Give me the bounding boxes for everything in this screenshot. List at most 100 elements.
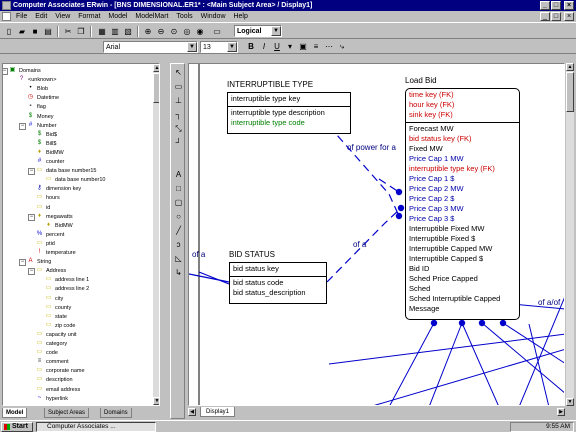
menu-edit[interactable]: Edit bbox=[35, 13, 47, 20]
scroll-thumb[interactable] bbox=[153, 73, 159, 103]
minimize-button[interactable]: _ bbox=[540, 1, 550, 10]
menu-modelmart[interactable]: ModelMart bbox=[135, 13, 168, 20]
tab-display1[interactable]: Display1 bbox=[200, 407, 236, 417]
zoom-fit-icon[interactable]: ⊙ bbox=[168, 26, 180, 37]
tree-item[interactable]: ▭ email address bbox=[36, 386, 81, 395]
tree-item[interactable]: ▣ Domains bbox=[9, 67, 41, 76]
tree-item[interactable]: ▭ description bbox=[36, 376, 73, 385]
attribute[interactable]: bid status key (FK) bbox=[409, 134, 472, 144]
tree-item[interactable]: ▭ category bbox=[36, 340, 67, 349]
attribute[interactable]: Price Cap 1 MW bbox=[409, 154, 464, 164]
attribute[interactable]: Interruptible Fixed MW bbox=[409, 224, 484, 234]
bid-status-inbound-line[interactable] bbox=[189, 273, 230, 283]
scroll-up-icon[interactable]: ▲ bbox=[566, 63, 574, 71]
key-attribute[interactable]: bid status key bbox=[233, 264, 279, 274]
scroll-left-icon[interactable]: ◀ bbox=[188, 408, 196, 416]
diagram-canvas[interactable]: INTERRUPTIBLE TYPE interruptible type ke… bbox=[188, 63, 565, 406]
font-size-select[interactable]: 13 ▼ bbox=[200, 41, 238, 53]
load-bid-relation-line[interactable] bbox=[461, 322, 499, 406]
tree-item[interactable]: ♦ BidMW bbox=[45, 222, 73, 231]
tree-item[interactable]: ▭ Address bbox=[36, 267, 67, 276]
tree-item[interactable]: ▭ state bbox=[45, 313, 67, 322]
tree-item[interactable]: % percent bbox=[36, 231, 65, 240]
tree-expander[interactable]: − bbox=[19, 122, 26, 130]
category-tool-icon[interactable]: ⊥ bbox=[173, 95, 184, 106]
entity-title-bid-status[interactable]: BID STATUS bbox=[229, 250, 275, 259]
attribute[interactable]: Interruptible Capped $ bbox=[409, 254, 483, 264]
tree-item[interactable]: ◷ Datetime bbox=[27, 94, 59, 103]
tree-item[interactable]: ⚷ dimension key bbox=[36, 185, 81, 194]
tree-item[interactable]: ♦ BidMW bbox=[36, 149, 64, 158]
display-icon[interactable]: ▭ bbox=[211, 26, 223, 37]
attribute[interactable]: Forecast MW bbox=[409, 124, 454, 134]
doc-restore-button[interactable]: □ bbox=[551, 12, 561, 21]
entity-bid-status[interactable]: bid status key bid status code bid statu… bbox=[229, 262, 327, 304]
tree-item[interactable]: $ Money bbox=[27, 113, 54, 122]
attribute[interactable]: Interruptible Fixed $ bbox=[409, 234, 475, 244]
menu-format[interactable]: Format bbox=[78, 13, 100, 20]
arrow-tool-icon[interactable]: ↳ bbox=[173, 267, 184, 278]
attribute[interactable]: Sched Price Capped bbox=[409, 274, 478, 284]
tree-item[interactable]: $ Bid$ bbox=[36, 131, 57, 140]
attribute[interactable]: Price Cap 1 $ bbox=[409, 174, 454, 184]
tab-model[interactable]: Model bbox=[2, 408, 28, 418]
start-button[interactable]: Start bbox=[1, 422, 33, 432]
chevron-down-icon[interactable]: ▼ bbox=[227, 42, 237, 52]
zoom-page-icon[interactable]: ◎ bbox=[181, 26, 193, 37]
tree-item[interactable]: ▭ city bbox=[45, 295, 64, 304]
font-color-icon[interactable]: ▾ bbox=[284, 41, 296, 52]
menu-model[interactable]: Model bbox=[108, 13, 127, 20]
key-attribute[interactable]: sink key (FK) bbox=[409, 110, 453, 120]
attribute[interactable]: Message bbox=[409, 304, 439, 314]
identifying-relationship-icon[interactable]: ┐ bbox=[173, 109, 184, 120]
canvas-vertical-scrollbar[interactable]: ▲ ▼ bbox=[566, 63, 574, 406]
tree-expander[interactable]: − bbox=[28, 213, 35, 221]
attribute[interactable]: Fixed MW bbox=[409, 144, 443, 154]
entity-load-bid[interactable]: time key (FK) hour key (FK) sink key (FK) … bbox=[405, 88, 520, 320]
rectangle-tool-icon[interactable]: □ bbox=[173, 183, 184, 194]
scroll-down-icon[interactable]: ▼ bbox=[566, 398, 574, 406]
polyline-tool-icon[interactable]: ↄ bbox=[173, 239, 184, 250]
zoom-out-icon[interactable]: ⊖ bbox=[155, 26, 167, 37]
tree-item[interactable]: ▭ hours bbox=[36, 194, 60, 203]
load-bid-relation-line[interactable] bbox=[519, 294, 565, 406]
tree-vertical-scrollbar[interactable]: ▲ ▼ bbox=[153, 64, 159, 405]
tree-expander[interactable]: − bbox=[28, 268, 35, 276]
load-bid-relation-line[interactable] bbox=[369, 349, 565, 406]
maximize-button[interactable]: □ bbox=[551, 1, 561, 10]
text-align-icon[interactable]: ≡ bbox=[310, 41, 322, 52]
chevron-down-icon[interactable]: ▼ bbox=[271, 26, 281, 36]
key-attribute[interactable]: time key (FK) bbox=[409, 90, 454, 100]
tree-item[interactable]: ▭ address line 2 bbox=[45, 285, 90, 294]
tab-subject-areas[interactable]: Subject Areas bbox=[44, 408, 90, 418]
attribute[interactable]: Sched Interruptible Capped bbox=[409, 294, 500, 304]
report-icon[interactable]: ▦ bbox=[96, 26, 108, 37]
entity-interruptible-type[interactable]: interruptible type key interruptible typ… bbox=[227, 92, 351, 134]
tree-item[interactable]: # counter bbox=[36, 158, 65, 167]
pointer-tool-icon[interactable]: ↖ bbox=[173, 67, 184, 78]
entity-title-interruptible-type[interactable]: INTERRUPTIBLE TYPE bbox=[227, 80, 313, 89]
model-explorer-tree[interactable]: − ▣ Domains? <unknown> • Blob ◷ Datetime ▪ flag $ M… bbox=[2, 63, 160, 406]
bid-status-inbound-line-2[interactable] bbox=[198, 271, 230, 285]
zoom-in-icon[interactable]: ⊕ bbox=[142, 26, 154, 37]
many-to-many-relationship-icon[interactable]: ⤡ bbox=[173, 123, 184, 134]
save-icon[interactable]: ■ bbox=[29, 26, 41, 37]
menu-tools[interactable]: Tools bbox=[176, 13, 192, 20]
attribute[interactable]: bid status_description bbox=[233, 288, 306, 298]
tree-item[interactable]: ♦ megawatts bbox=[36, 213, 73, 222]
tree-item[interactable]: ▭ ptid bbox=[36, 240, 55, 249]
key-attribute[interactable]: interruptible type key bbox=[231, 94, 300, 104]
doc-close-button[interactable]: × bbox=[564, 12, 574, 21]
font-name-select[interactable]: Arial ▼ bbox=[103, 41, 198, 53]
cut-icon[interactable]: ✂ bbox=[62, 26, 74, 37]
tree-item[interactable]: ▭ data base number10 bbox=[45, 176, 106, 185]
relationship-label[interactable]: of power for a bbox=[347, 143, 396, 152]
attribute[interactable]: interruptible type code bbox=[231, 118, 305, 128]
tree-item[interactable]: ▭ address line 1 bbox=[45, 276, 90, 285]
new-file-icon[interactable]: ▯ bbox=[3, 26, 15, 37]
attribute[interactable]: Price Cap 3 MW bbox=[409, 204, 464, 214]
taskbar-erwin-button[interactable]: Computer Associates ... bbox=[36, 422, 156, 432]
close-button[interactable]: × bbox=[564, 1, 574, 10]
menu-view[interactable]: View bbox=[55, 13, 70, 20]
display-level-select[interactable]: Logical ▼ bbox=[234, 25, 282, 37]
